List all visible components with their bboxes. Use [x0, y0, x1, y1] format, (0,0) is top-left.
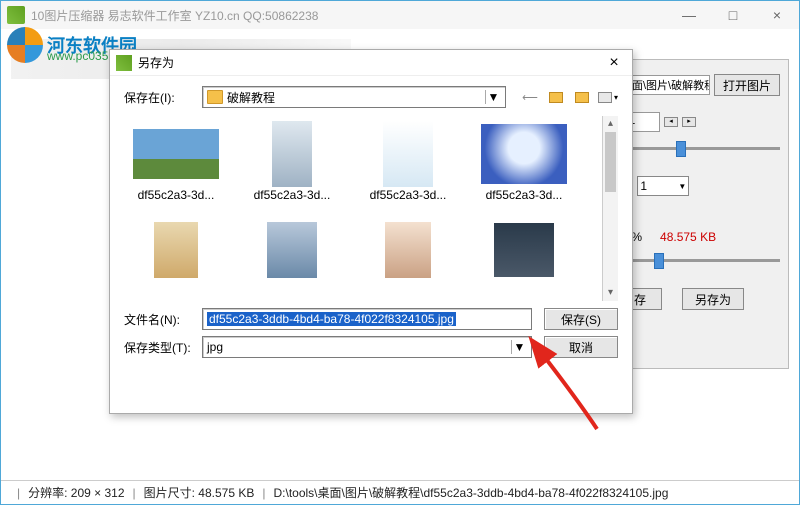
file-thumb[interactable]: df55c2a3-3d...	[128, 120, 224, 202]
app-title: 10图片压缩器 易志软件工作室 YZ10.cn QQ:50862238	[31, 7, 667, 24]
app-window: 10图片压缩器 易志软件工作室 YZ10.cn QQ:50862238 — □ …	[0, 0, 800, 505]
save-in-combo[interactable]: 破解教程 ▼	[202, 86, 506, 108]
slider-thumb[interactable]	[676, 141, 686, 157]
scroll-up-icon[interactable]: ▴	[603, 116, 618, 132]
new-folder-button[interactable]	[572, 87, 592, 107]
status-bar: | 分辨率: 209 × 312 | 图片尺寸: 48.575 KB | D:\…	[1, 480, 799, 504]
back-button[interactable]: ⟵	[520, 87, 540, 107]
watermark-logo-icon	[7, 27, 43, 63]
chevron-down-icon: ▼	[511, 340, 527, 354]
filename-input[interactable]: df55c2a3-3ddb-4bd4-ba78-4f022f8324105.jp…	[202, 308, 532, 330]
file-thumb[interactable]: .	[476, 216, 572, 284]
open-image-button[interactable]: 打开图片	[714, 74, 780, 96]
file-thumb[interactable]: .	[128, 216, 224, 284]
file-thumb[interactable]: .	[244, 216, 340, 284]
status-resolution: 分辨率: 209 × 312	[28, 484, 124, 501]
scroll-down-icon[interactable]: ▾	[603, 285, 618, 301]
file-thumb[interactable]: df55c2a3-3d...	[360, 120, 456, 202]
spinner-1b[interactable]: ▸	[682, 117, 696, 127]
view-menu-button[interactable]	[598, 87, 618, 107]
dialog-titlebar[interactable]: 另存为 ×	[110, 50, 632, 76]
slider-1[interactable]	[618, 138, 780, 158]
slider-2[interactable]	[618, 250, 780, 270]
filetype-combo[interactable]: jpg ▼	[202, 336, 532, 358]
spinner-1[interactable]: ◂	[664, 117, 678, 127]
status-size: 图片尺寸: 48.575 KB	[144, 484, 255, 501]
filetype-value: jpg	[207, 340, 223, 354]
slider-track	[618, 147, 780, 150]
maximize-button[interactable]: □	[711, 1, 755, 29]
dialog-close-button[interactable]: ×	[596, 54, 632, 72]
file-thumb[interactable]: df55c2a3-3d...	[476, 120, 572, 202]
save-as-button[interactable]: 另存为	[682, 288, 744, 310]
spinner-left-icon[interactable]: ◂	[664, 117, 678, 127]
spinner-right-icon[interactable]: ▸	[682, 117, 696, 127]
filetype-label: 保存类型(T):	[124, 339, 194, 356]
folder-icon	[207, 90, 223, 104]
chevron-down-icon: ▼	[678, 182, 686, 191]
save-in-label: 保存在(I):	[124, 89, 194, 106]
save-as-dialog: 另存为 × 保存在(I): 破解教程 ▼ ⟵ df	[109, 49, 633, 414]
right-panel: 桌面\图片\破解教程 打开图片 61 ◂ ▸ 宽: 1 ▼	[609, 59, 789, 369]
filesize-value: 48.575 KB	[660, 230, 716, 244]
chevron-down-icon: ▼	[485, 90, 501, 104]
scroll-thumb[interactable]	[605, 132, 616, 192]
scrollbar[interactable]: ▴ ▾	[602, 116, 618, 301]
up-folder-button[interactable]	[546, 87, 566, 107]
save-in-folder-name: 破解教程	[227, 89, 275, 106]
app-icon	[7, 6, 25, 24]
file-thumb[interactable]: df55c2a3-3d...	[244, 120, 340, 202]
filename-label: 文件名(N):	[124, 311, 194, 328]
dialog-save-button[interactable]: 保存(S)	[544, 308, 618, 330]
width-combo-value: 1	[640, 179, 647, 193]
slider-track-2	[618, 259, 780, 262]
width-combo[interactable]: 1 ▼	[637, 176, 689, 196]
dialog-cancel-button[interactable]: 取消	[544, 336, 618, 358]
file-list[interactable]: df55c2a3-3d... df55c2a3-3d... df55c2a3-3…	[124, 116, 618, 302]
filename-value: df55c2a3-3ddb-4bd4-ba78-4f022f8324105.jp…	[207, 312, 456, 326]
slider-thumb-2[interactable]	[654, 253, 664, 269]
close-button[interactable]: ×	[755, 1, 799, 29]
file-thumb[interactable]: .	[360, 216, 456, 284]
dialog-app-icon	[116, 55, 132, 71]
status-path: D:\tools\桌面\图片\破解教程\df55c2a3-3ddb-4bd4-b…	[273, 484, 668, 501]
app-titlebar[interactable]: 10图片压缩器 易志软件工作室 YZ10.cn QQ:50862238 — □ …	[1, 1, 799, 29]
dialog-title: 另存为	[138, 54, 596, 71]
minimize-button[interactable]: —	[667, 1, 711, 29]
